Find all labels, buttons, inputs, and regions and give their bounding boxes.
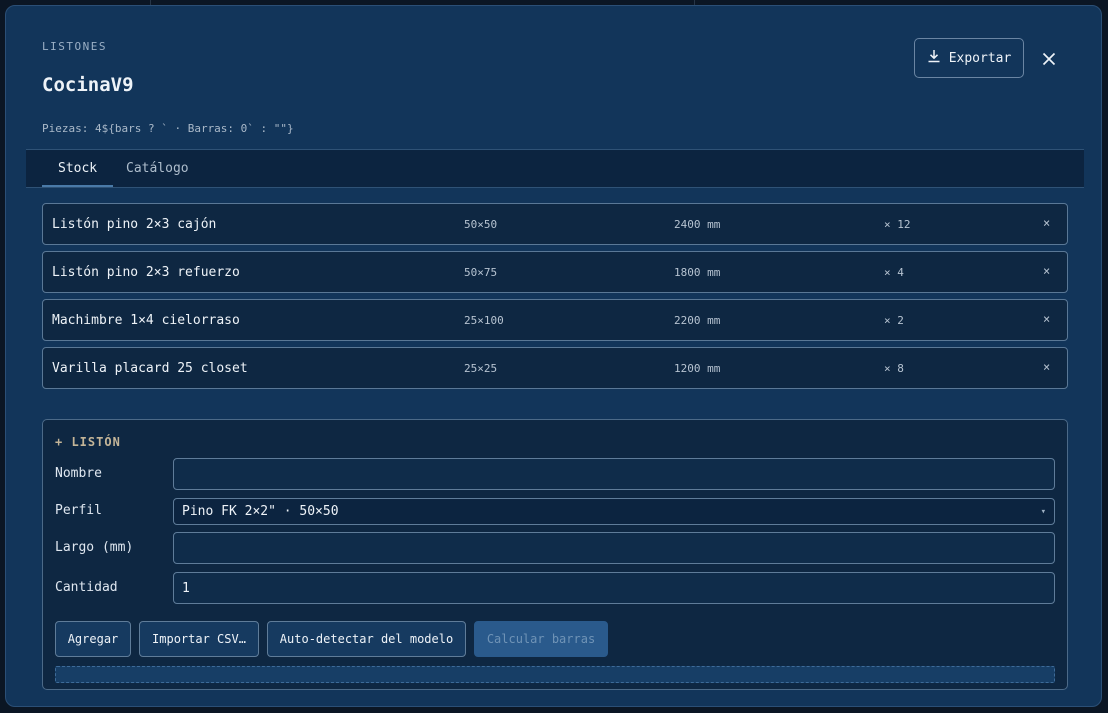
form-title: + LISTÓN	[55, 435, 121, 449]
listones-modal: LISTONES CocinaV9 Piezas: 4${bars ? ` · …	[5, 5, 1102, 707]
largo-label: Largo (mm)	[55, 540, 134, 555]
modal-eyebrow: LISTONES	[42, 40, 107, 53]
item-length: 1800 mm	[674, 266, 721, 279]
download-icon	[927, 49, 941, 67]
list-item[interactable]: Listón pino 2×3 cajón 50×50 2400 mm × 12…	[42, 203, 1068, 245]
modal-subtitle: Piezas: 4${bars ? ` · Barras: 0` : ""}	[42, 122, 294, 135]
close-button[interactable]	[1038, 49, 1060, 71]
agregar-button[interactable]: Agregar	[55, 621, 131, 657]
remove-item-button[interactable]: ×	[1043, 264, 1050, 278]
item-quantity: × 12	[884, 218, 911, 231]
chevron-down-icon: ▾	[1040, 506, 1046, 517]
list-item[interactable]: Listón pino 2×3 refuerzo 50×75 1800 mm ×…	[42, 251, 1068, 293]
csv-drop-zone[interactable]	[55, 666, 1055, 683]
list-item[interactable]: Machimbre 1×4 cielorraso 25×100 2200 mm …	[42, 299, 1068, 341]
importar-csv-button[interactable]: Importar CSV…	[139, 621, 259, 657]
item-name: Listón pino 2×3 refuerzo	[52, 265, 240, 280]
list-item[interactable]: Varilla placard 25 closet 25×25 1200 mm …	[42, 347, 1068, 389]
export-label: Exportar	[948, 50, 1012, 66]
cantidad-field[interactable]: 1	[173, 572, 1055, 604]
item-profile: 25×25	[464, 362, 498, 375]
item-name: Listón pino 2×3 cajón	[52, 217, 217, 232]
item-length: 1200 mm	[674, 362, 721, 375]
calcular-barras-button[interactable]: Calcular barras	[474, 621, 608, 657]
item-name: Varilla placard 25 closet	[52, 361, 248, 376]
tab-stock[interactable]: Stock	[42, 150, 114, 187]
nombre-field[interactable]	[173, 458, 1055, 490]
cantidad-label: Cantidad	[55, 580, 118, 595]
remove-item-button[interactable]: ×	[1043, 216, 1050, 230]
close-icon	[1042, 51, 1056, 70]
item-length: 2200 mm	[674, 314, 721, 327]
tab-catalogo[interactable]: Catálogo	[126, 150, 189, 186]
export-button[interactable]: Exportar	[914, 38, 1024, 78]
item-name: Machimbre 1×4 cielorraso	[52, 313, 240, 328]
perfil-select[interactable]: Pino FK 2×2" · 50×50 ▾	[173, 498, 1055, 525]
item-quantity: × 8	[884, 362, 904, 375]
stock-list: Listón pino 2×3 cajón 50×50 2400 mm × 12…	[42, 203, 1068, 395]
auto-detect-button[interactable]: Auto-detectar del modelo	[267, 621, 466, 657]
perfil-value: Pino FK 2×2" · 50×50	[182, 504, 339, 519]
item-profile: 50×75	[464, 266, 498, 279]
largo-field[interactable]	[173, 532, 1055, 564]
item-length: 2400 mm	[674, 218, 721, 231]
item-quantity: × 2	[884, 314, 904, 327]
modal-title: CocinaV9	[42, 74, 134, 96]
nombre-label: Nombre	[55, 466, 102, 481]
remove-item-button[interactable]: ×	[1043, 312, 1050, 326]
tab-bar: Stock Catálogo	[26, 149, 1084, 188]
item-profile: 50×50	[464, 218, 498, 231]
remove-item-button[interactable]: ×	[1043, 360, 1050, 374]
add-liston-form: + LISTÓN Nombre Perfil Pino FK 2×2" · 50…	[42, 419, 1068, 690]
item-quantity: × 4	[884, 266, 904, 279]
item-profile: 25×100	[464, 314, 504, 327]
perfil-label: Perfil	[55, 503, 102, 518]
